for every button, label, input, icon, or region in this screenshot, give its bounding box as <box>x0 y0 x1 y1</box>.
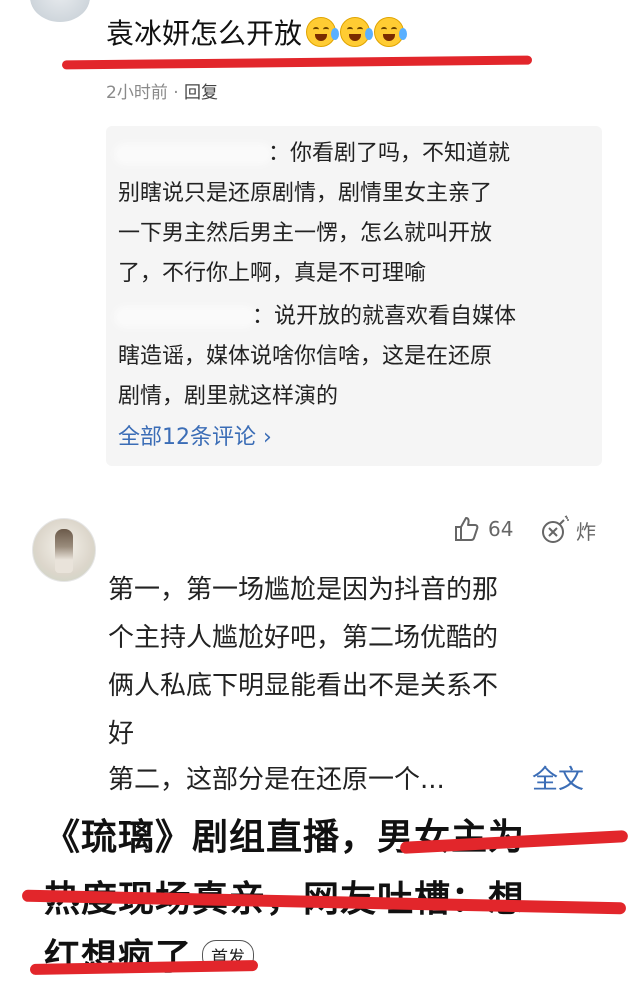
laugh-cry-emoji <box>340 17 374 47</box>
reply-button[interactable]: 回复 <box>184 83 218 103</box>
highlight-underline <box>61 55 533 70</box>
reply-line: 一下男主然后男主一愣，怎么就叫开放 <box>118 221 493 246</box>
headline-line: 《琉璃》剧组直播，男女主为 <box>44 817 526 858</box>
reply-line: 瞎造谣，媒体说啥你信啥，这是在还原 <box>118 344 493 369</box>
avatar[interactable] <box>32 518 96 582</box>
laugh-cry-emoji <box>306 17 340 47</box>
comment-line: 第一，第一场尴尬是因为抖音的那 <box>108 575 499 605</box>
comment-line: 俩人私底下明显能看出不是关系不 <box>108 671 499 701</box>
laugh-cry-emoji <box>374 17 408 47</box>
reply-line: 别瞎说只是还原剧情，剧情里女主亲了 <box>118 181 493 206</box>
comment-text: 袁冰妍怎么开放 <box>106 14 408 54</box>
full-text-link[interactable]: 全文 <box>532 756 584 804</box>
thumbs-up-icon <box>455 517 479 541</box>
comment-line: 第二，这部分是在还原一个... <box>108 765 445 795</box>
all-comments-link[interactable]: 全部12条评论 › <box>118 420 272 456</box>
like-count: 64 <box>488 517 514 541</box>
comment-line: 好 <box>108 719 135 749</box>
comment-body: 袁冰妍怎么开放 <box>106 17 303 50</box>
comment-meta: 2小时前 · 回复 <box>106 83 219 103</box>
redacted-username <box>118 310 252 324</box>
bomb-icon <box>542 515 569 543</box>
reply-line: ：说开放的就喜欢看自媒体 <box>118 297 516 337</box>
redacted-username <box>118 147 268 161</box>
avatar[interactable] <box>30 0 90 22</box>
timestamp: 2小时前 <box>106 83 168 103</box>
bomb-label: 炸 <box>576 519 596 544</box>
comment-line: 个主持人尴尬好吧，第二场优酷的 <box>108 623 499 653</box>
reply-line: ：你看剧了吗，不知道就 <box>118 134 510 174</box>
bomb-button[interactable]: 炸 <box>540 515 596 545</box>
reply-line: 了，不行你上啊，真是不可理喻 <box>118 261 427 286</box>
like-button[interactable]: 64 <box>452 515 513 543</box>
reply-line: 剧情，剧里就这样演的 <box>118 384 339 409</box>
